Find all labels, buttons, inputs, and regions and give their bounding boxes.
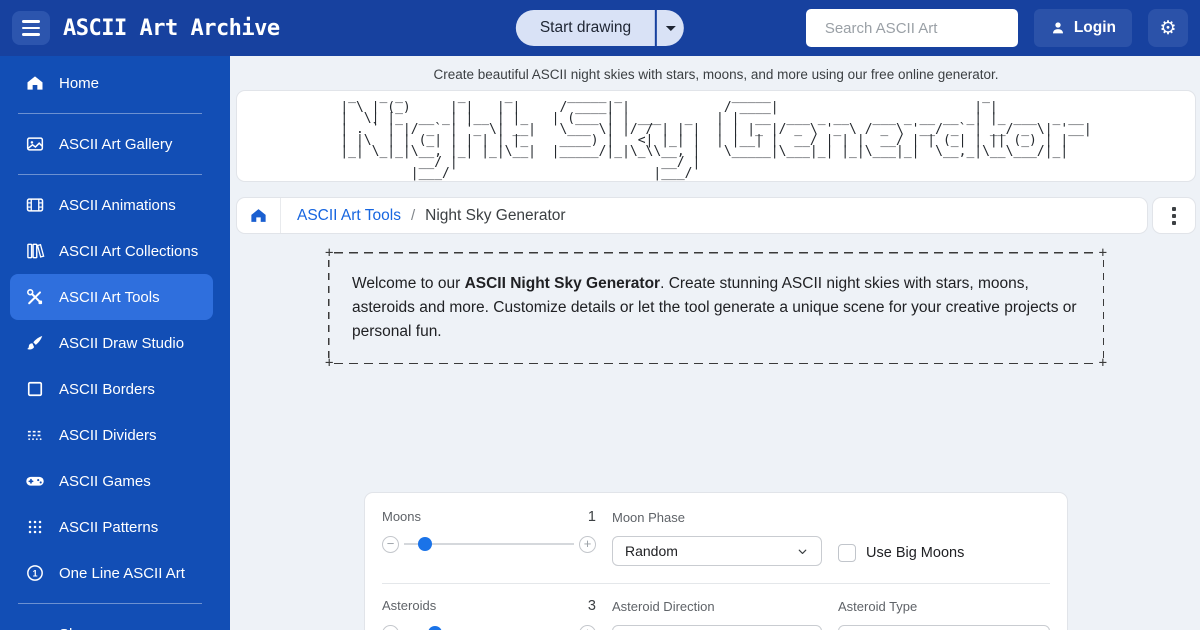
chevron-down-icon (796, 545, 809, 558)
settings-button[interactable]: ⚙ (1148, 9, 1188, 47)
sidebar-divider (18, 113, 202, 114)
sidebar-item-home[interactable]: Home (10, 60, 213, 106)
moons-value: 1 (588, 509, 596, 525)
shop-icon (24, 623, 46, 630)
sidebar-item-ascii-art-gallery[interactable]: ASCII Art Gallery (10, 121, 213, 167)
sidebar-divider (18, 174, 202, 175)
sidebar-item-ascii-draw-studio[interactable]: ASCII Draw Studio (10, 320, 213, 366)
gear-icon: ⚙ (1159, 17, 1176, 40)
asteroid-type-label: Asteroid Type (838, 599, 917, 614)
moons-minus-button[interactable]: − (382, 536, 399, 553)
sidebar-item-one-line-ascii-art[interactable]: 1 One Line ASCII Art (10, 550, 213, 596)
breadcrumb-home-icon (249, 206, 268, 225)
moons-slider-thumb[interactable] (418, 537, 432, 551)
moons-control: Moons 1 − + (382, 509, 596, 566)
user-icon (1050, 20, 1066, 36)
sidebar-item-ascii-games[interactable]: ASCII Games (10, 458, 213, 504)
asteroid-direction-control: Asteroid Direction (612, 598, 822, 630)
corner-plus: + (325, 248, 333, 258)
square-icon (24, 378, 46, 400)
welcome-text-bold: ASCII Night Sky Generator (465, 275, 661, 292)
login-label: Login (1074, 19, 1116, 37)
generator-controls-panel: Moons 1 − + Moon Phase Random (364, 492, 1068, 630)
controls-divider (382, 583, 1050, 584)
ascii-banner-art: _ _ _ _ _ _____ _ _____ _ | \ | (_) | | … (340, 92, 1091, 179)
page-options-kebab-button[interactable] (1152, 197, 1196, 234)
moon-phase-select[interactable]: Random (612, 536, 822, 566)
start-drawing-button[interactable]: Start drawing (516, 10, 655, 46)
asteroids-value: 3 (588, 598, 596, 614)
tools-icon (24, 286, 46, 308)
corner-plus: + (1099, 248, 1107, 258)
moons-slider-track[interactable] (404, 543, 574, 545)
breadcrumb-separator: / (411, 207, 415, 224)
corner-plus: + (325, 358, 333, 368)
sidebar-item-shop[interactable]: Shop (10, 611, 213, 630)
sidebar-item-ascii-art-tools[interactable]: ASCII Art Tools (10, 274, 213, 320)
asteroid-type-control: Asteroid Type (838, 598, 1050, 630)
app-title: ASCII Art Archive (63, 16, 280, 41)
search-input[interactable] (825, 20, 1024, 37)
sidebar-item-ascii-dividers[interactable]: ASCII Dividers (10, 412, 213, 458)
page-tagline: Create beautiful ASCII night skies with … (236, 56, 1196, 90)
gamepad-icon (24, 470, 46, 492)
search-box[interactable] (806, 9, 1018, 47)
welcome-text-prefix: Welcome to our (352, 275, 465, 292)
moons-plus-button[interactable]: + (579, 536, 596, 553)
books-icon (24, 240, 46, 262)
asteroid-direction-select[interactable] (612, 625, 822, 630)
breadcrumb-link-ascii-art-tools[interactable]: ASCII Art Tools (297, 207, 401, 225)
breadcrumb: ASCII Art Tools / Night Sky Generator (236, 197, 1148, 234)
welcome-box: + + + + Welcome to our ASCII Night Sky G… (328, 252, 1104, 364)
asteroid-direction-label: Asteroid Direction (612, 599, 715, 614)
use-big-moons-checkbox[interactable] (838, 544, 856, 562)
sidebar-item-ascii-borders[interactable]: ASCII Borders (10, 366, 213, 412)
login-button[interactable]: Login (1034, 9, 1132, 47)
caret-down-icon (666, 26, 676, 31)
brush-icon (24, 332, 46, 354)
kebab-icon (1172, 207, 1176, 211)
dashes-icon (24, 424, 46, 446)
moons-label: Moons (382, 509, 421, 524)
asteroid-type-select[interactable] (838, 625, 1050, 630)
asteroids-plus-button[interactable]: + (579, 625, 596, 630)
one-circle-icon: 1 (24, 562, 46, 584)
moon-phase-selected-value: Random (625, 543, 678, 559)
sidebar-item-ascii-animations[interactable]: ASCII Animations (10, 182, 213, 228)
breadcrumb-home-button[interactable] (237, 198, 281, 233)
moon-phase-control: Moon Phase Random (612, 509, 822, 566)
breadcrumb-current-page: Night Sky Generator (425, 207, 565, 225)
gallery-icon (24, 133, 46, 155)
asteroids-label: Asteroids (382, 598, 436, 613)
start-drawing-caret-button[interactable] (657, 10, 684, 46)
sidebar: Home ASCII Art Gallery ASCII Animations … (0, 56, 230, 630)
asteroids-minus-button[interactable]: − (382, 625, 399, 630)
sidebar-item-ascii-art-collections[interactable]: ASCII Art Collections (10, 228, 213, 274)
corner-plus: + (1099, 358, 1107, 368)
hamburger-icon (22, 20, 40, 22)
svg-text:1: 1 (33, 568, 38, 578)
moon-phase-label: Moon Phase (612, 510, 685, 525)
sidebar-divider (18, 603, 202, 604)
dots-grid-icon (24, 516, 46, 538)
film-icon (24, 194, 46, 216)
app-header: ASCII Art Archive Start drawing Login ⚙ (0, 0, 1200, 56)
big-moons-control: Use Big Moons (838, 540, 1050, 566)
sidebar-item-ascii-patterns[interactable]: ASCII Patterns (10, 504, 213, 550)
start-drawing-split-button: Start drawing (516, 10, 684, 46)
use-big-moons-label: Use Big Moons (866, 545, 964, 561)
asteroids-slider-thumb[interactable] (428, 626, 442, 630)
hamburger-menu-button[interactable] (12, 11, 50, 45)
home-icon (24, 72, 46, 94)
asteroids-control: Asteroids 3 − + (382, 598, 596, 630)
ascii-banner-card: _ _ _ _ _ _____ _ _____ _ | \ | (_) | | … (236, 90, 1196, 182)
main-content: Create beautiful ASCII night skies with … (230, 56, 1200, 630)
